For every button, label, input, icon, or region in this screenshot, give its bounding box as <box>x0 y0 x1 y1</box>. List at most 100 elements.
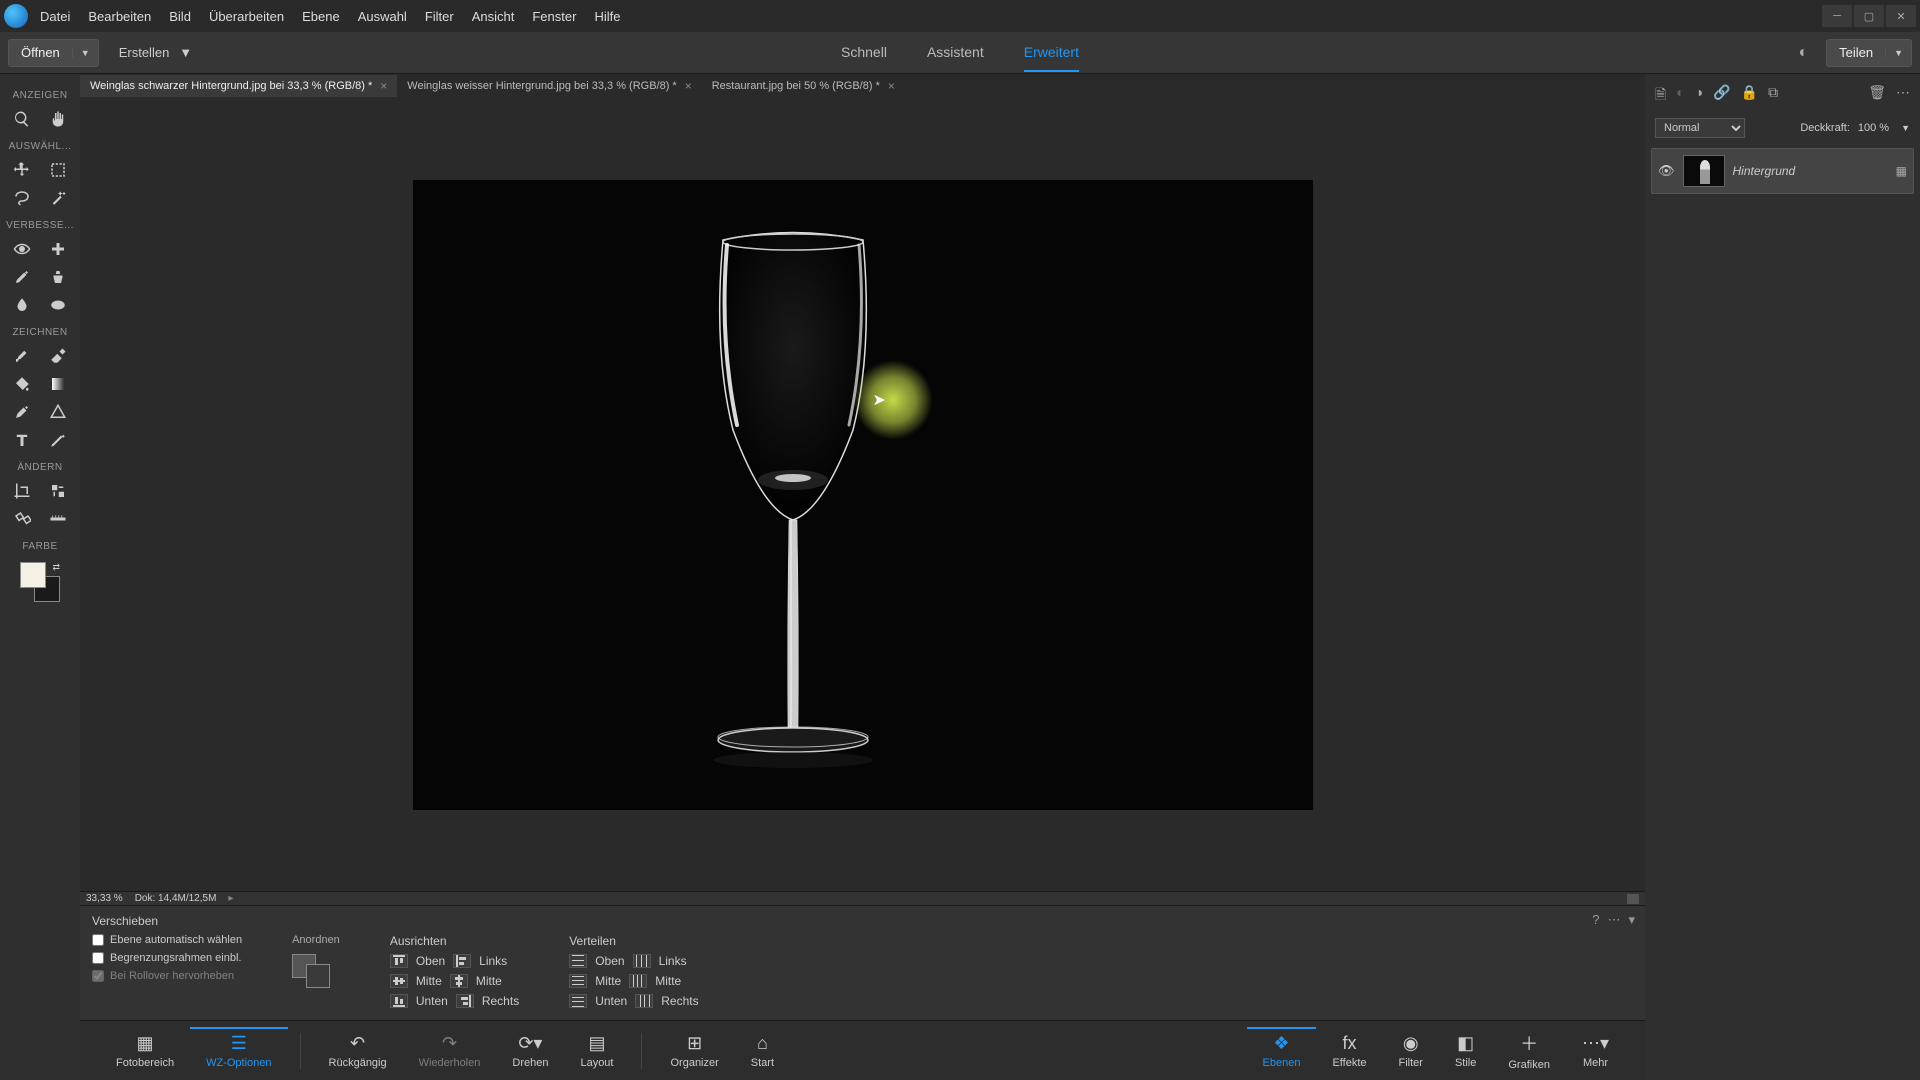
layer-mask-icon[interactable]: ◐ <box>1676 84 1684 108</box>
dist-right-icon[interactable] <box>635 994 653 1008</box>
menu-help[interactable]: Hilfe <box>594 9 620 24</box>
panel-options-icon[interactable]: ⋯ <box>1896 84 1910 108</box>
menu-layer[interactable]: Ebene <box>302 9 340 24</box>
close-tab-icon[interactable]: × <box>685 79 692 93</box>
open-button[interactable]: Öffnen ▼ <box>8 39 99 67</box>
bounds-checkbox[interactable]: Begrenzungsrahmen einbl. <box>92 952 242 964</box>
pencil-tool-icon[interactable] <box>48 430 68 450</box>
filters-panel-button[interactable]: ◉Filter <box>1383 1033 1439 1069</box>
layout-button[interactable]: ▤Layout <box>564 1033 629 1069</box>
align-vcenter-icon[interactable] <box>390 974 408 988</box>
undo-button[interactable]: ↶Rückgängig <box>313 1033 403 1069</box>
chevron-right-icon[interactable]: ▸ <box>228 893 233 904</box>
smart-brush-tool-icon[interactable] <box>12 267 32 287</box>
clone-stamp-tool-icon[interactable] <box>48 267 68 287</box>
close-window-button[interactable]: ✕ <box>1886 5 1916 27</box>
move-tool-icon[interactable] <box>12 160 32 180</box>
layer-row[interactable]: 👁 Hintergrund ▦ <box>1651 148 1914 194</box>
auto-select-checkbox[interactable]: Ebene automatisch wählen <box>92 934 242 946</box>
lasso-tool-icon[interactable] <box>12 188 32 208</box>
menu-filter[interactable]: Filter <box>425 9 454 24</box>
layer-group-icon[interactable]: ⧉ <box>1768 84 1778 108</box>
marquee-tool-icon[interactable] <box>48 160 68 180</box>
redo-button[interactable]: ↷Wiederholen <box>403 1033 497 1069</box>
align-top-icon[interactable] <box>390 954 408 968</box>
redeye-tool-icon[interactable] <box>12 239 32 259</box>
recompose-tool-icon[interactable] <box>48 481 68 501</box>
delete-layer-icon[interactable]: 🗑 <box>1868 84 1886 108</box>
visibility-toggle-icon[interactable]: 👁 <box>1658 163 1675 179</box>
dist-bottom-icon[interactable] <box>569 994 587 1008</box>
link-layers-icon[interactable]: 🔗 <box>1713 84 1730 108</box>
straighten-tool-icon[interactable] <box>48 509 68 529</box>
close-tab-icon[interactable]: × <box>380 79 387 93</box>
horizontal-scrollbar[interactable] <box>1627 894 1639 904</box>
zoom-level[interactable]: 33,33 % <box>86 893 123 904</box>
mode-quick[interactable]: Schnell <box>841 34 887 72</box>
lock-icon[interactable]: ▦ <box>1896 164 1907 178</box>
hand-tool-icon[interactable] <box>48 109 68 129</box>
menu-file[interactable]: Datei <box>40 9 70 24</box>
color-picker-tool-icon[interactable] <box>12 402 32 422</box>
graphics-panel-button[interactable]: ＋Grafiken <box>1492 1030 1566 1071</box>
arrange-icon[interactable] <box>292 954 332 988</box>
blur-tool-icon[interactable] <box>12 295 32 315</box>
sponge-tool-icon[interactable] <box>48 295 68 315</box>
foreground-color-swatch[interactable] <box>20 562 46 588</box>
layers-panel-button[interactable]: ❖Ebenen <box>1247 1027 1317 1069</box>
help-icon[interactable]: ? <box>1592 912 1599 928</box>
document-canvas[interactable]: ➤ <box>413 180 1313 810</box>
color-swatch[interactable]: ⇄ <box>20 562 60 602</box>
chevron-down-icon[interactable]: ▼ <box>1901 123 1910 133</box>
paint-bucket-tool-icon[interactable] <box>12 374 32 394</box>
rollover-checkbox[interactable]: Bei Rollover hervorheben <box>92 970 242 982</box>
adjustment-layer-icon[interactable]: ◑ <box>1695 84 1703 108</box>
new-layer-icon[interactable]: 🗎 <box>1655 84 1666 108</box>
shape-tool-icon[interactable] <box>48 402 68 422</box>
organizer-button[interactable]: ⊞Organizer <box>654 1033 734 1069</box>
styles-panel-button[interactable]: ◧Stile <box>1439 1033 1492 1069</box>
lock-layer-icon[interactable]: 🔒 <box>1741 84 1758 108</box>
content-aware-tool-icon[interactable] <box>12 509 32 529</box>
dist-hcenter-icon[interactable] <box>629 974 647 988</box>
minimize-button[interactable]: ─ <box>1822 5 1852 27</box>
menu-edit[interactable]: Bearbeiten <box>88 9 151 24</box>
menu-enhance[interactable]: Überarbeiten <box>209 9 284 24</box>
share-dropdown-icon[interactable]: ▼ <box>1885 48 1911 58</box>
gradient-tool-icon[interactable] <box>48 374 68 394</box>
tool-options-button[interactable]: ☰WZ-Optionen <box>190 1027 287 1069</box>
align-left-icon[interactable] <box>453 954 471 968</box>
open-dropdown-icon[interactable]: ▼ <box>72 48 98 58</box>
create-dropdown[interactable]: Erstellen ▼ <box>119 45 192 60</box>
swap-colors-icon[interactable]: ⇄ <box>52 562 60 573</box>
mode-expert[interactable]: Erweitert <box>1024 34 1079 72</box>
doc-tab-3[interactable]: Restaurant.jpg bei 50 % (RGB/8) * × <box>702 75 905 97</box>
maximize-button[interactable]: ▢ <box>1854 5 1884 27</box>
canvas-area[interactable]: ➤ <box>80 98 1645 891</box>
panel-menu-icon[interactable]: ⋯ <box>1607 912 1620 928</box>
close-tab-icon[interactable]: × <box>888 79 895 93</box>
layer-name[interactable]: Hintergrund <box>1733 164 1796 178</box>
share-button[interactable]: Teilen ▼ <box>1826 39 1912 67</box>
eraser-tool-icon[interactable] <box>48 346 68 366</box>
magic-wand-tool-icon[interactable] <box>48 188 68 208</box>
mode-guided[interactable]: Assistent <box>927 34 984 72</box>
menu-select[interactable]: Auswahl <box>358 9 407 24</box>
menu-window[interactable]: Fenster <box>532 9 576 24</box>
theme-toggle-icon[interactable]: ◐ <box>1798 44 1808 62</box>
text-tool-icon[interactable] <box>12 430 32 450</box>
doc-tab-1[interactable]: Weinglas schwarzer Hintergrund.jpg bei 3… <box>80 75 397 97</box>
spot-heal-tool-icon[interactable] <box>48 239 68 259</box>
photo-bin-button[interactable]: ▦Fotobereich <box>100 1033 190 1069</box>
blend-mode-select[interactable]: Normal <box>1655 118 1745 138</box>
dist-top-icon[interactable] <box>569 954 587 968</box>
collapse-panel-icon[interactable]: ▾ <box>1628 912 1635 928</box>
rotate-button[interactable]: ⟳▾Drehen <box>496 1033 564 1069</box>
opacity-value[interactable]: 100 % <box>1858 122 1889 134</box>
align-bottom-icon[interactable] <box>390 994 408 1008</box>
zoom-tool-icon[interactable] <box>12 109 32 129</box>
align-right-icon[interactable] <box>456 994 474 1008</box>
home-button[interactable]: ⌂Start <box>735 1033 790 1069</box>
dist-vcenter-icon[interactable] <box>569 974 587 988</box>
brush-tool-icon[interactable] <box>12 346 32 366</box>
